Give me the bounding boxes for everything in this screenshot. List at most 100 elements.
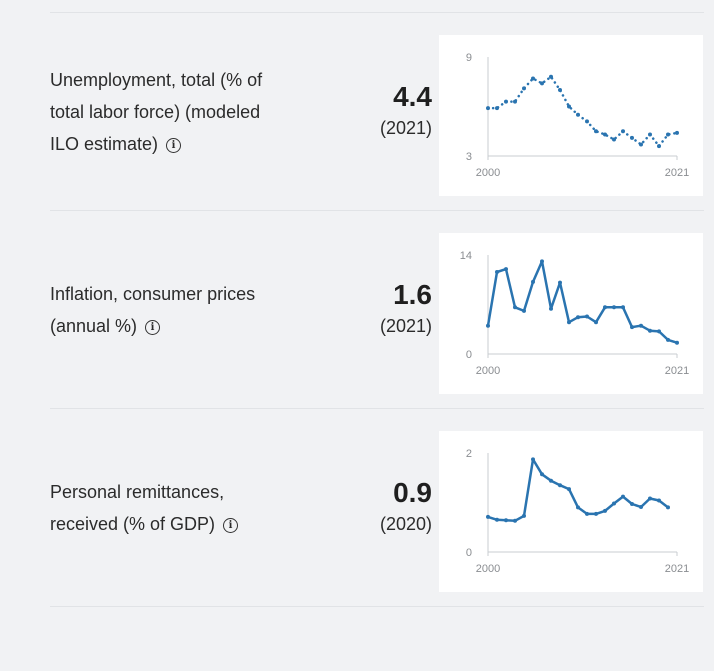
data-point bbox=[531, 457, 535, 462]
data-point bbox=[576, 112, 580, 117]
x-tick-label: 2021 bbox=[665, 563, 689, 575]
data-point bbox=[486, 514, 490, 519]
data-point bbox=[522, 513, 526, 518]
data-point bbox=[666, 337, 670, 342]
data-point bbox=[576, 505, 580, 510]
y-tick-label: 3 bbox=[466, 151, 472, 163]
data-point bbox=[567, 487, 571, 492]
sparkline-chart-inflation[interactable]: 14 0 2000 2021 bbox=[439, 233, 703, 394]
data-point bbox=[612, 501, 616, 506]
data-point bbox=[657, 329, 661, 334]
data-point bbox=[549, 74, 553, 79]
data-point bbox=[594, 320, 598, 325]
data-point bbox=[603, 132, 607, 137]
data-point bbox=[585, 314, 589, 319]
indicator-value: 1.6 bbox=[393, 278, 432, 310]
data-point bbox=[558, 88, 562, 92]
data-point bbox=[603, 508, 607, 513]
x-tick-label: 2021 bbox=[665, 167, 689, 179]
indicator-label: Personal remittances, received (% of GDP… bbox=[50, 409, 275, 606]
data-point bbox=[639, 142, 643, 147]
series-line bbox=[486, 458, 670, 523]
chart-svg: 9 3 2000 2021 bbox=[466, 52, 689, 179]
data-point bbox=[612, 305, 616, 310]
indicator-label: Unemployment, total (% of total labor fo… bbox=[50, 13, 275, 210]
data-point bbox=[594, 129, 598, 134]
data-point bbox=[486, 323, 490, 328]
data-point bbox=[594, 511, 598, 516]
indicator-row-unemployment: Unemployment, total (% of total labor fo… bbox=[50, 13, 704, 211]
data-point bbox=[504, 267, 508, 272]
sparkline-chart-remittances[interactable]: 2 0 2000 2021 bbox=[439, 431, 703, 592]
data-point bbox=[639, 323, 643, 328]
data-point bbox=[576, 315, 580, 320]
x-tick-label: 2000 bbox=[476, 167, 500, 179]
data-point bbox=[558, 483, 562, 488]
indicator-value-block: 0.9 (2020) bbox=[380, 409, 432, 606]
indicator-label-text[interactable]: Personal remittances, received (% of GDP… bbox=[50, 482, 224, 534]
x-tick-label: 2000 bbox=[476, 563, 500, 575]
data-point bbox=[666, 132, 670, 137]
y-tick-label: 2 bbox=[466, 448, 472, 460]
data-point bbox=[603, 305, 607, 310]
indicator-year: (2020) bbox=[379, 513, 432, 534]
chart-svg: 14 0 2000 2021 bbox=[460, 250, 689, 377]
data-point bbox=[657, 498, 661, 503]
x-tick-label: 2000 bbox=[476, 365, 500, 377]
x-tick-label: 2021 bbox=[665, 365, 689, 377]
data-point bbox=[621, 494, 625, 499]
data-point bbox=[495, 106, 499, 111]
data-point bbox=[648, 496, 652, 501]
indicator-row-remittances: Personal remittances, received (% of GDP… bbox=[50, 409, 704, 607]
data-point bbox=[630, 135, 634, 140]
indicator-year: (2021) bbox=[379, 315, 432, 336]
data-point bbox=[585, 511, 589, 516]
data-point bbox=[549, 478, 553, 483]
data-point bbox=[513, 305, 517, 310]
info-icon[interactable]: i bbox=[166, 137, 182, 153]
indicator-value: 0.9 bbox=[393, 476, 432, 508]
data-point bbox=[666, 505, 670, 510]
y-tick-label: 9 bbox=[466, 52, 472, 64]
indicator-label: Inflation, consumer prices (annual %) i bbox=[50, 211, 275, 408]
data-point bbox=[639, 505, 643, 509]
data-point bbox=[621, 305, 625, 310]
data-point bbox=[486, 106, 490, 111]
indicator-year: (2021) bbox=[379, 117, 432, 138]
data-point bbox=[558, 280, 562, 285]
row-divider bbox=[50, 606, 704, 607]
data-point bbox=[531, 76, 535, 81]
data-point bbox=[540, 259, 544, 264]
indicator-row-inflation: Inflation, consumer prices (annual %) i 1… bbox=[50, 211, 704, 409]
data-point bbox=[675, 340, 679, 345]
indicator-label-text[interactable]: Unemployment, total (% of total labor fo… bbox=[50, 70, 262, 154]
data-point bbox=[504, 99, 508, 104]
y-tick-label: 0 bbox=[466, 349, 472, 361]
data-point bbox=[630, 325, 634, 330]
y-tick-label: 0 bbox=[466, 547, 472, 559]
data-point bbox=[540, 81, 544, 86]
data-point bbox=[612, 137, 616, 142]
data-point bbox=[522, 308, 526, 313]
info-icon[interactable]: i bbox=[145, 319, 161, 335]
data-point bbox=[495, 270, 499, 274]
data-point bbox=[585, 119, 589, 124]
chart-svg: 2 0 2000 2021 bbox=[466, 448, 689, 575]
data-point bbox=[540, 472, 544, 477]
data-point bbox=[621, 129, 625, 134]
data-point bbox=[630, 502, 634, 506]
data-point bbox=[648, 328, 652, 333]
data-point bbox=[513, 518, 517, 523]
indicator-value: 4.4 bbox=[393, 80, 432, 112]
info-icon[interactable]: i bbox=[223, 517, 239, 533]
data-point bbox=[648, 132, 652, 137]
data-point bbox=[657, 144, 661, 149]
data-point bbox=[567, 104, 571, 109]
indicator-value-block: 4.4 (2021) bbox=[380, 13, 432, 210]
data-point bbox=[495, 517, 499, 522]
data-point bbox=[549, 306, 553, 311]
data-point bbox=[675, 130, 679, 135]
sparkline-chart-unemployment[interactable]: 9 3 2000 2021 bbox=[439, 35, 703, 196]
data-point bbox=[504, 518, 508, 523]
data-point bbox=[531, 279, 535, 284]
